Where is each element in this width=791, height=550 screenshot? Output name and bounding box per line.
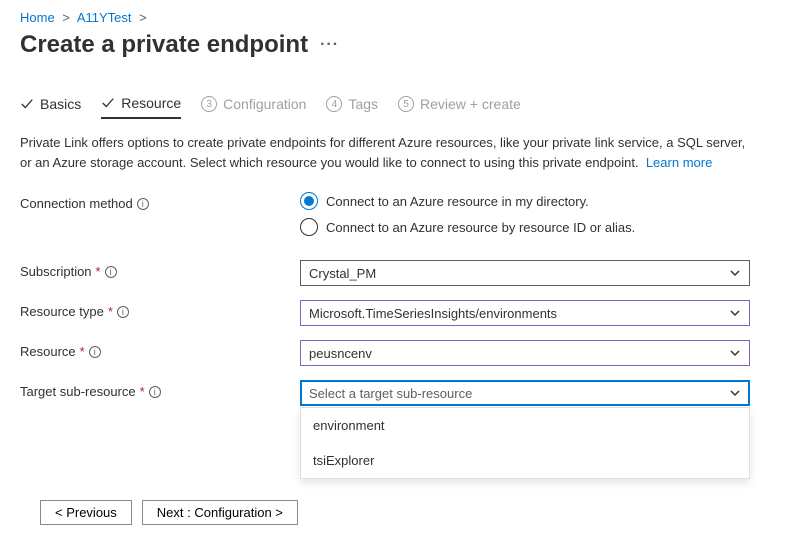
info-icon[interactable]: i <box>117 306 129 318</box>
info-icon[interactable]: i <box>105 266 117 278</box>
info-icon[interactable]: i <box>137 198 149 210</box>
breadcrumb-separator: > <box>62 10 70 25</box>
tab-label: Tags <box>348 96 378 112</box>
radio-label: Connect to an Azure resource by resource… <box>326 220 635 235</box>
chevron-down-icon <box>729 267 741 279</box>
dropdown-option-environment[interactable]: environment <box>301 408 749 443</box>
label-text: Resource type <box>20 304 104 319</box>
target-sub-resource-dropdown: environment tsiExplorer <box>300 407 750 479</box>
subscription-label: Subscription * i <box>20 260 300 279</box>
tab-resource[interactable]: Resource <box>101 89 181 119</box>
label-text: Connection method <box>20 196 133 211</box>
select-placeholder: Select a target sub-resource <box>309 386 729 401</box>
breadcrumb-item[interactable]: A11YTest <box>77 10 132 25</box>
connection-method-label: Connection method i <box>20 192 300 211</box>
connection-method-radio-directory[interactable]: Connect to an Azure resource in my direc… <box>300 192 750 210</box>
tab-label: Review + create <box>420 96 521 112</box>
chevron-down-icon <box>729 307 741 319</box>
required-indicator: * <box>140 384 145 399</box>
step-number-icon: 4 <box>326 96 342 112</box>
radio-label: Connect to an Azure resource in my direc… <box>326 194 589 209</box>
tab-tags[interactable]: 4 Tags <box>326 90 378 118</box>
description-body: Private Link offers options to create pr… <box>20 135 745 170</box>
radio-icon <box>300 192 318 210</box>
description-text: Private Link offers options to create pr… <box>20 133 760 172</box>
required-indicator: * <box>108 304 113 319</box>
resource-label: Resource * i <box>20 340 300 359</box>
learn-more-link[interactable]: Learn more <box>646 155 712 170</box>
next-button[interactable]: Next : Configuration > <box>142 500 298 525</box>
tab-label: Basics <box>40 96 81 112</box>
resource-type-select[interactable]: Microsoft.TimeSeriesInsights/environment… <box>300 300 750 326</box>
breadcrumb: Home > A11YTest > <box>20 10 771 25</box>
step-number-icon: 3 <box>201 96 217 112</box>
chevron-down-icon <box>729 387 741 399</box>
info-icon[interactable]: i <box>89 346 101 358</box>
breadcrumb-separator: > <box>139 10 147 25</box>
wizard-footer: < Previous Next : Configuration > <box>40 500 298 525</box>
target-sub-resource-label: Target sub-resource * i <box>20 380 300 399</box>
page-title: Create a private endpoint ··· <box>20 31 771 59</box>
select-value: Crystal_PM <box>309 266 729 281</box>
check-icon <box>20 97 34 111</box>
label-text: Target sub-resource <box>20 384 136 399</box>
tab-label: Configuration <box>223 96 306 112</box>
tab-review-create[interactable]: 5 Review + create <box>398 90 521 118</box>
previous-button[interactable]: < Previous <box>40 500 132 525</box>
dropdown-option-tsiexplorer[interactable]: tsiExplorer <box>301 443 749 478</box>
radio-icon <box>300 218 318 236</box>
breadcrumb-home[interactable]: Home <box>20 10 55 25</box>
step-number-icon: 5 <box>398 96 414 112</box>
wizard-tabs: Basics Resource 3 Configuration 4 Tags 5… <box>20 89 771 119</box>
select-value: peusncenv <box>309 346 729 361</box>
resource-type-label: Resource type * i <box>20 300 300 319</box>
required-indicator: * <box>96 264 101 279</box>
label-text: Resource <box>20 344 76 359</box>
resource-select[interactable]: peusncenv <box>300 340 750 366</box>
required-indicator: * <box>80 344 85 359</box>
check-icon <box>101 96 115 110</box>
page-title-text: Create a private endpoint <box>20 31 308 59</box>
label-text: Subscription <box>20 264 92 279</box>
chevron-down-icon <box>729 347 741 359</box>
tab-configuration[interactable]: 3 Configuration <box>201 90 306 118</box>
more-actions-icon[interactable]: ··· <box>320 36 339 54</box>
target-sub-resource-select[interactable]: Select a target sub-resource environment… <box>300 380 750 406</box>
info-icon[interactable]: i <box>149 386 161 398</box>
tab-label: Resource <box>121 95 181 111</box>
select-value: Microsoft.TimeSeriesInsights/environment… <box>309 306 729 321</box>
subscription-select[interactable]: Crystal_PM <box>300 260 750 286</box>
tab-basics[interactable]: Basics <box>20 90 81 118</box>
connection-method-radio-resourceid[interactable]: Connect to an Azure resource by resource… <box>300 218 750 236</box>
